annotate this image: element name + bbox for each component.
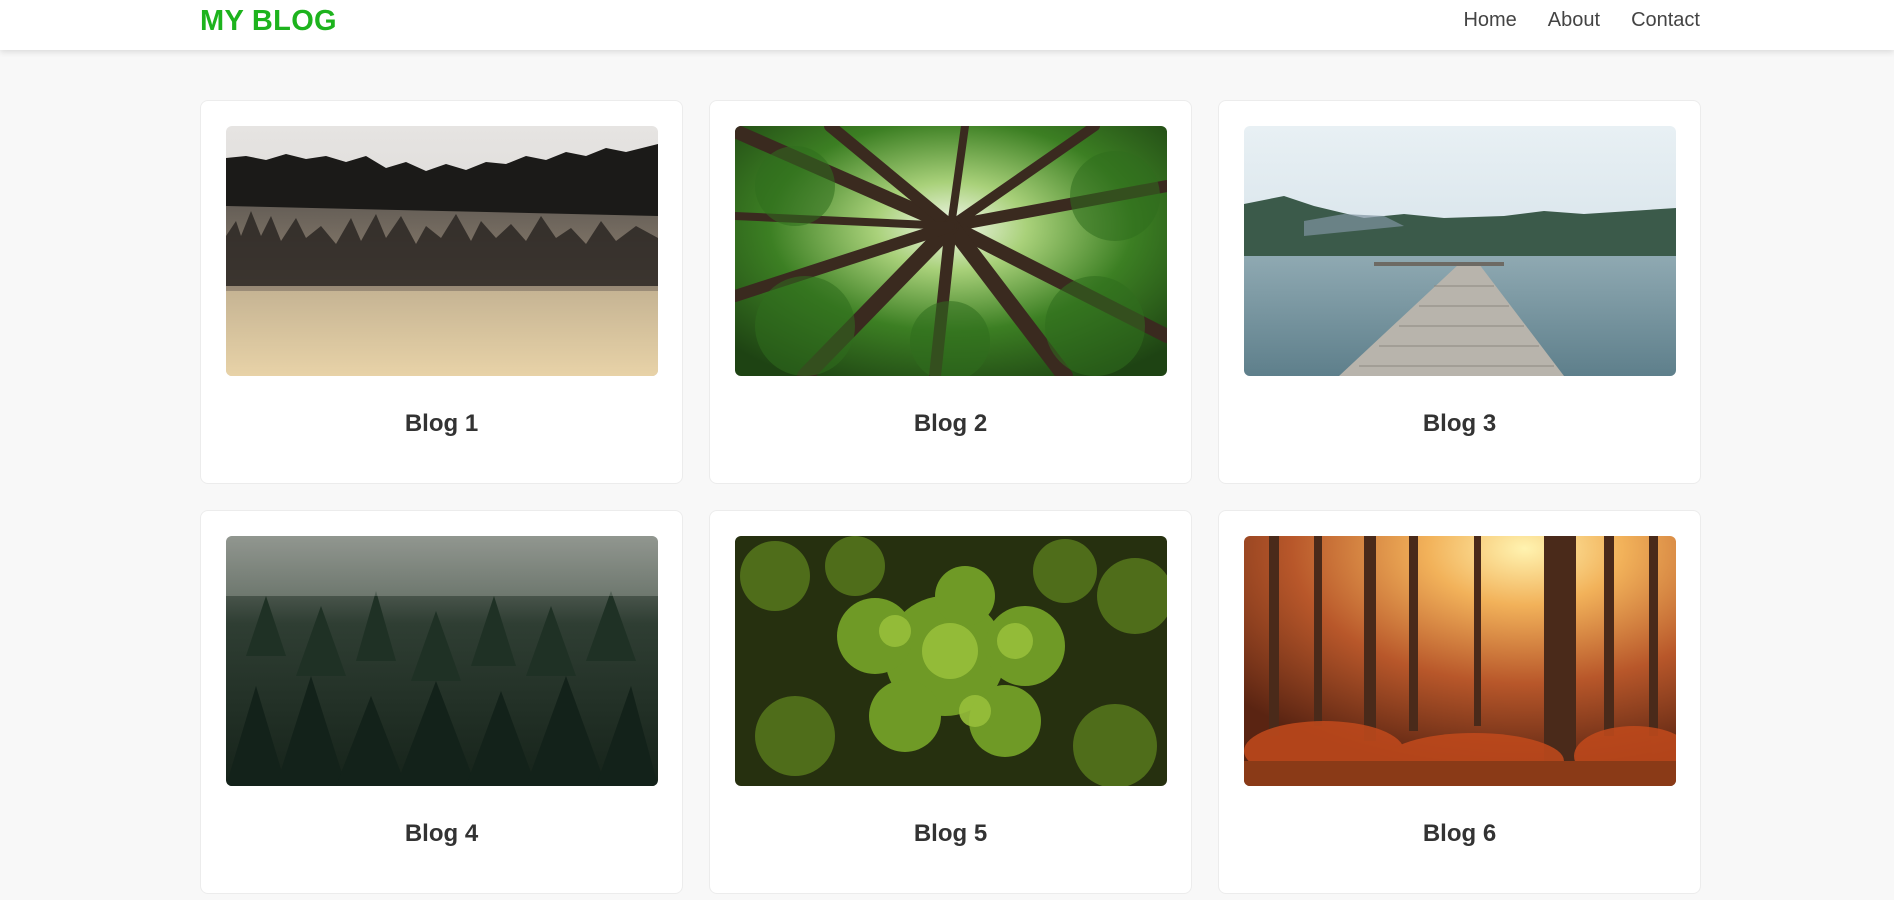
blog-title[interactable]: Blog 6 <box>1244 820 1675 848</box>
blog-card[interactable]: Blog 3 <box>1218 100 1701 484</box>
blog-card[interactable]: Blog 5 <box>709 510 1192 894</box>
blog-thumbnail[interactable] <box>226 126 658 376</box>
blog-card[interactable]: Blog 4 <box>200 510 683 894</box>
blog-thumbnail[interactable] <box>226 536 658 786</box>
blog-thumbnail[interactable] <box>1244 536 1676 786</box>
nav-link-home[interactable]: Home <box>1463 9 1516 32</box>
blog-title[interactable]: Blog 1 <box>226 410 657 438</box>
blog-title[interactable]: Blog 2 <box>735 410 1166 438</box>
blog-title[interactable]: Blog 3 <box>1244 410 1675 438</box>
blog-card[interactable]: Blog 2 <box>709 100 1192 484</box>
nav-link-about[interactable]: About <box>1548 9 1600 32</box>
main-nav: Home About Contact <box>1463 9 1700 32</box>
blog-thumbnail[interactable] <box>735 126 1167 376</box>
nav-link-contact[interactable]: Contact <box>1631 9 1700 32</box>
blog-thumbnail[interactable] <box>1244 126 1676 376</box>
blog-card[interactable]: Blog 6 <box>1218 510 1701 894</box>
blog-title[interactable]: Blog 5 <box>735 820 1166 848</box>
blog-thumbnail[interactable] <box>735 536 1167 786</box>
top-navbar: MY BLOG Home About Contact <box>0 0 1894 50</box>
blog-card[interactable]: Blog 1 <box>200 100 683 484</box>
site-logo[interactable]: MY BLOG <box>200 5 337 38</box>
blog-title[interactable]: Blog 4 <box>226 820 657 848</box>
blog-grid: Blog 1 Blog 2 Blog 3 Blog 4 Blog 5 Blog … <box>200 100 1701 894</box>
